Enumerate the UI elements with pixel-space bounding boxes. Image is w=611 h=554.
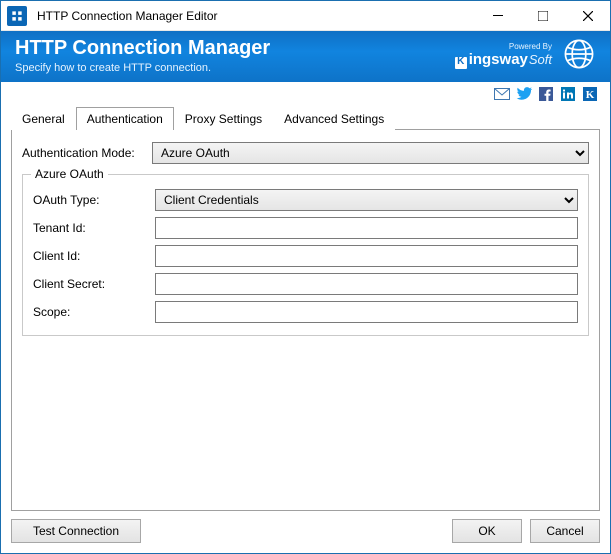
brand-logo: Powered By KingswaySoft [455, 43, 552, 69]
brand-k-icon: K [455, 57, 467, 69]
azure-oauth-legend: Azure OAuth [31, 167, 108, 181]
client-id-input[interactable] [155, 245, 578, 267]
tab-general[interactable]: General [11, 107, 76, 130]
tabstrip: General Authentication Proxy Settings Ad… [11, 106, 600, 129]
window-controls [475, 1, 610, 31]
tab-advanced-settings[interactable]: Advanced Settings [273, 107, 395, 130]
brand-suffix: Soft [529, 53, 552, 66]
tenant-id-label: Tenant Id: [33, 221, 155, 235]
social-row: K [1, 82, 610, 104]
email-icon[interactable] [494, 86, 510, 102]
oauth-type-label: OAuth Type: [33, 193, 155, 207]
test-connection-button[interactable]: Test Connection [11, 519, 141, 543]
maximize-button[interactable] [520, 1, 565, 31]
body: General Authentication Proxy Settings Ad… [1, 104, 610, 511]
auth-mode-select[interactable]: Azure OAuth [152, 142, 589, 164]
window: HTTP Connection Manager Editor HTTP Conn… [0, 0, 611, 554]
header: HTTP Connection Manager Specify how to c… [1, 31, 610, 82]
scope-label: Scope: [33, 305, 155, 319]
brand-name: KingswaySoft [455, 52, 552, 69]
close-button[interactable] [565, 1, 610, 31]
linkedin-icon[interactable] [560, 86, 576, 102]
kingswaysoft-icon[interactable]: K [582, 86, 598, 102]
azure-oauth-group: Azure OAuth OAuth Type: Client Credentia… [22, 174, 589, 336]
header-left: HTTP Connection Manager Specify how to c… [15, 37, 270, 74]
tabpanel-authentication: Authentication Mode: Azure OAuth Azure O… [11, 129, 600, 511]
oauth-type-select[interactable]: Client Credentials [155, 189, 578, 211]
client-secret-row: Client Secret: [33, 273, 578, 295]
client-secret-input[interactable] [155, 273, 578, 295]
twitter-icon[interactable] [516, 86, 532, 102]
client-id-row: Client Id: [33, 245, 578, 267]
tab-proxy-settings[interactable]: Proxy Settings [174, 107, 273, 130]
window-title: HTTP Connection Manager Editor [33, 9, 475, 23]
app-icon [7, 6, 27, 26]
ok-button[interactable]: OK [452, 519, 522, 543]
facebook-icon[interactable] [538, 86, 554, 102]
scope-row: Scope: [33, 301, 578, 323]
header-title: HTTP Connection Manager [15, 37, 270, 60]
svg-text:K: K [586, 89, 595, 101]
tab-authentication[interactable]: Authentication [76, 107, 174, 130]
titlebar: HTTP Connection Manager Editor [1, 1, 610, 31]
auth-mode-row: Authentication Mode: Azure OAuth [22, 142, 589, 164]
powered-by-label: Powered By [509, 43, 552, 51]
footer: Test Connection OK Cancel [1, 511, 610, 553]
auth-mode-label: Authentication Mode: [22, 146, 152, 160]
globe-icon [562, 37, 596, 74]
header-subtitle: Specify how to create HTTP connection. [15, 62, 270, 74]
cancel-button[interactable]: Cancel [530, 519, 600, 543]
tenant-id-input[interactable] [155, 217, 578, 239]
oauth-type-row: OAuth Type: Client Credentials [33, 189, 578, 211]
scope-input[interactable] [155, 301, 578, 323]
client-secret-label: Client Secret: [33, 277, 155, 291]
header-right: Powered By KingswaySoft [455, 37, 596, 74]
brand-main: ingsway [469, 52, 528, 67]
client-id-label: Client Id: [33, 249, 155, 263]
minimize-button[interactable] [475, 1, 520, 31]
tenant-id-row: Tenant Id: [33, 217, 578, 239]
